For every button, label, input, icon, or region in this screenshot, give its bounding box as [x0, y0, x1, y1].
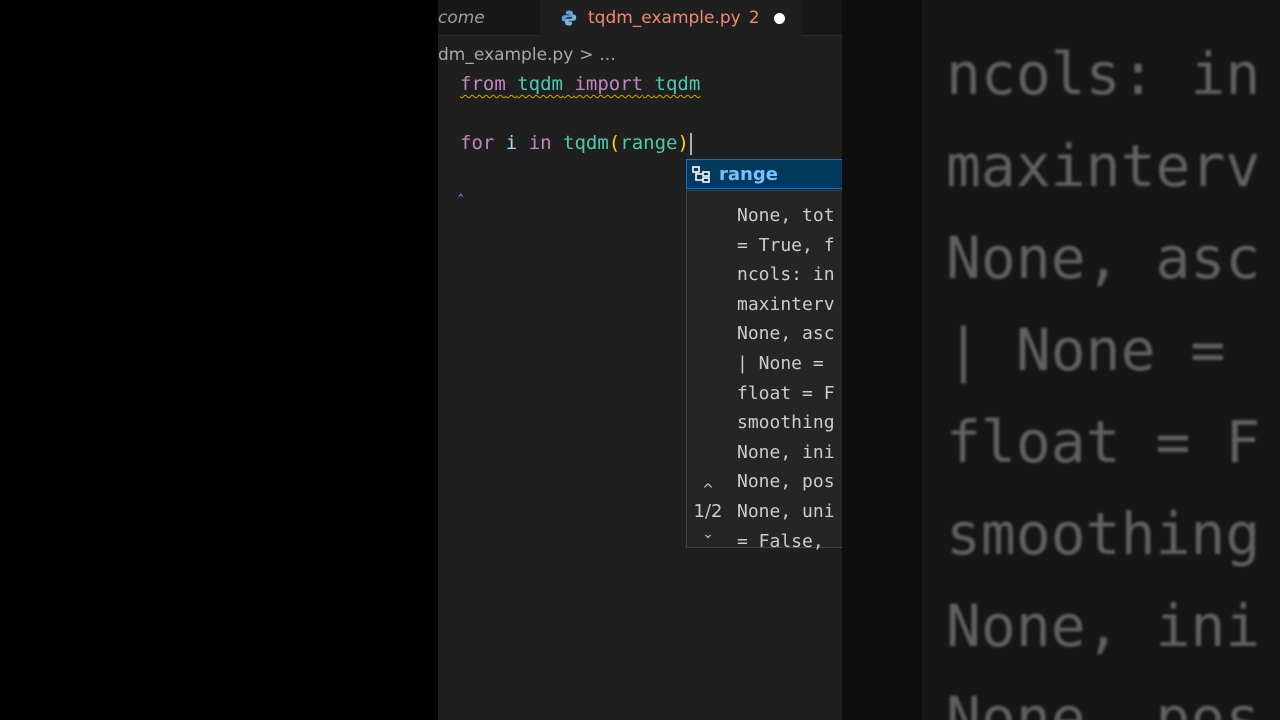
call-name: tqdm	[563, 132, 609, 154]
overload-page-indicator: 1/2	[693, 501, 723, 522]
chevron-right-icon: >	[579, 45, 594, 65]
tab-welcome[interactable]: come	[438, 0, 485, 35]
zoom-line: smoothing	[946, 500, 1261, 568]
python-icon	[561, 10, 577, 26]
suggestion-item[interactable]: range	[686, 159, 842, 189]
breadcrumb-more[interactable]: ...	[600, 45, 616, 65]
code-line-1[interactable]: from tqdm import tqdm	[460, 73, 700, 95]
chevron-down-icon[interactable]: ⌄	[687, 525, 729, 543]
left-black-area	[0, 0, 438, 720]
tab-active-label: tqdm_example.py	[588, 8, 741, 28]
open-paren: (	[608, 132, 621, 154]
zoom-line: | None =	[946, 316, 1226, 384]
signature-line: None, pos	[737, 471, 835, 493]
signature-line: None, ini	[737, 441, 835, 463]
class-icon	[692, 166, 710, 183]
unsaved-dot-icon[interactable]	[773, 12, 785, 24]
keyword-from: from	[460, 73, 506, 95]
zoom-line: None, pos	[946, 684, 1261, 720]
tab-bar: come tqdm_example.py 2	[438, 0, 842, 36]
import-name: tqdm	[654, 73, 701, 95]
keyword-import: import	[574, 73, 644, 95]
signature-line: None, tot	[737, 205, 835, 226]
tab-tqdm-example[interactable]: tqdm_example.py 2	[540, 0, 802, 36]
breadcrumb: dm_example.py > ...	[438, 44, 616, 66]
close-paren: )	[677, 132, 689, 154]
signature-line: | None =	[737, 352, 835, 374]
zoom-line: None, ini	[946, 592, 1261, 660]
chevron-up-icon[interactable]: ^	[687, 481, 729, 499]
keyword-for: for	[460, 132, 495, 154]
problem-count-badge: 2	[748, 8, 760, 28]
signature-line: = False,	[737, 530, 835, 552]
zoomed-backdrop-panel: ncols: in maxinterv None, asc | None = f…	[922, 0, 1280, 720]
keyword-in: in	[528, 132, 552, 154]
signature-line: = True, f	[737, 234, 835, 256]
signature-line: maxinterv	[737, 293, 835, 315]
signature-line: float = F	[737, 382, 835, 404]
zoom-line: float = F	[946, 408, 1261, 476]
signature-line: None, uni	[737, 500, 835, 522]
suggestion-label: range	[719, 163, 778, 185]
breadcrumb-file[interactable]: dm_example.py	[438, 45, 573, 65]
argument: range	[620, 132, 678, 154]
module-name: tqdm	[517, 73, 563, 95]
signature-text: None, tot = True, f ncols: in maxinterv …	[737, 201, 835, 556]
tab-welcome-label: come	[438, 7, 485, 28]
zoomed-backdrop: ncols: in maxinterv None, asc | None = f…	[842, 0, 1280, 720]
code-line-2[interactable]: for i in tqdm(range)	[460, 132, 692, 155]
zoom-line: maxinterv	[946, 132, 1261, 200]
signature-line: ncols: in	[737, 264, 835, 286]
signature-help-popup: None, tot = True, f ncols: in maxinterv …	[686, 190, 842, 552]
loop-variable: i	[505, 132, 518, 154]
signature-line: smoothing	[737, 412, 835, 434]
zoom-line: None, asc	[946, 224, 1261, 292]
ghost-caret-icon: ‸	[458, 178, 464, 197]
overload-navigator: ^ 1/2 ⌄	[687, 481, 729, 543]
zoom-line: ncols: in	[946, 40, 1261, 108]
text-cursor	[689, 132, 692, 155]
signature-line: None, asc	[737, 323, 835, 345]
code-editor[interactable]: come tqdm_example.py 2 dm_example.py > .…	[438, 0, 842, 720]
